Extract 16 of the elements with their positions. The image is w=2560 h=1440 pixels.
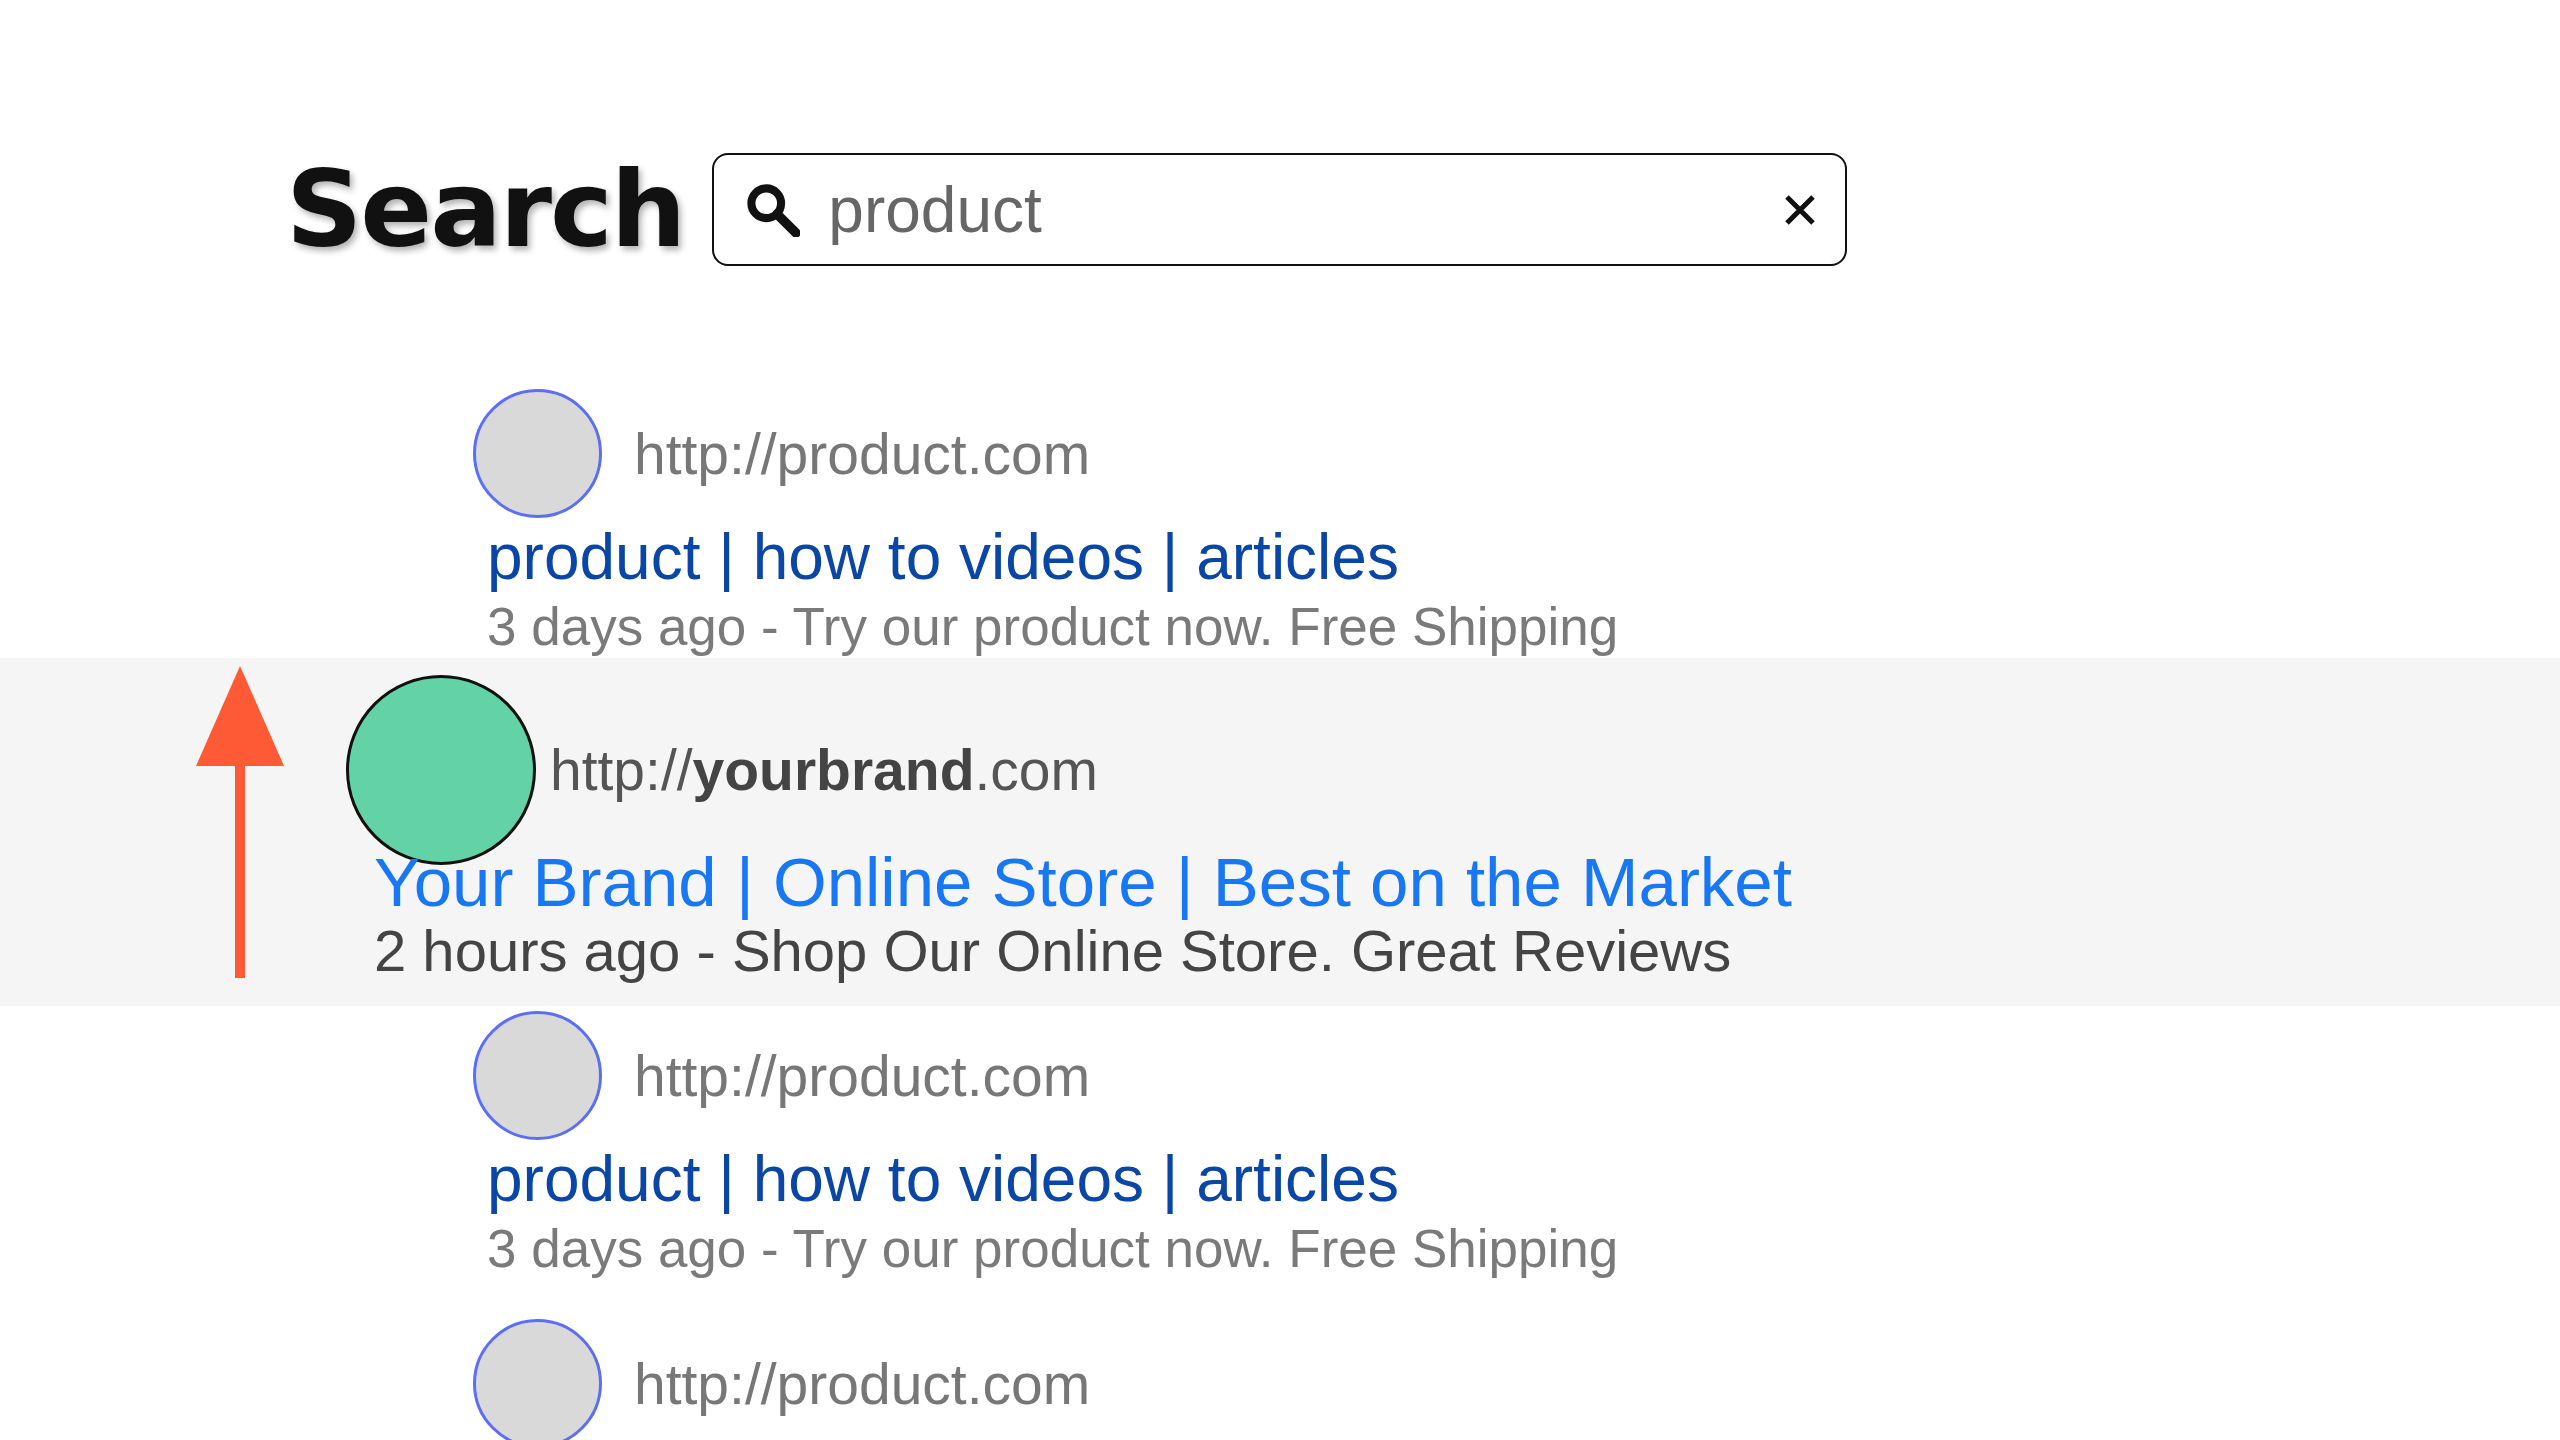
result-url: http://product.com bbox=[634, 420, 1091, 487]
search-input[interactable]: product bbox=[826, 171, 1758, 248]
result-url: http://product.com bbox=[634, 1042, 1091, 1109]
up-arrow-icon bbox=[196, 666, 284, 979]
result-title-link[interactable]: product | how to videos | articles bbox=[487, 1143, 2560, 1217]
result-url: http://product.com bbox=[634, 1350, 1091, 1417]
result-snippet: 3 days ago - Try our product now. Free Shipping bbox=[487, 595, 1620, 658]
close-icon[interactable] bbox=[1783, 192, 1818, 227]
result-snippet: 2 hours ago - Shop Our Online Store. Great Reviews bbox=[374, 920, 1733, 982]
page-title: Search bbox=[286, 148, 685, 271]
search-icon bbox=[746, 182, 801, 237]
result-snippet: 3 days ago - Try our product now. Free Shipping bbox=[487, 1217, 1620, 1280]
search-bar[interactable]: product bbox=[712, 153, 1848, 266]
result-url: http://yourbrand.com bbox=[550, 736, 1098, 803]
result-title-link[interactable]: product | how to videos | articles bbox=[487, 521, 2560, 595]
result-title-link[interactable]: Your Brand | Online Store | Best on the Market bbox=[374, 844, 1792, 921]
